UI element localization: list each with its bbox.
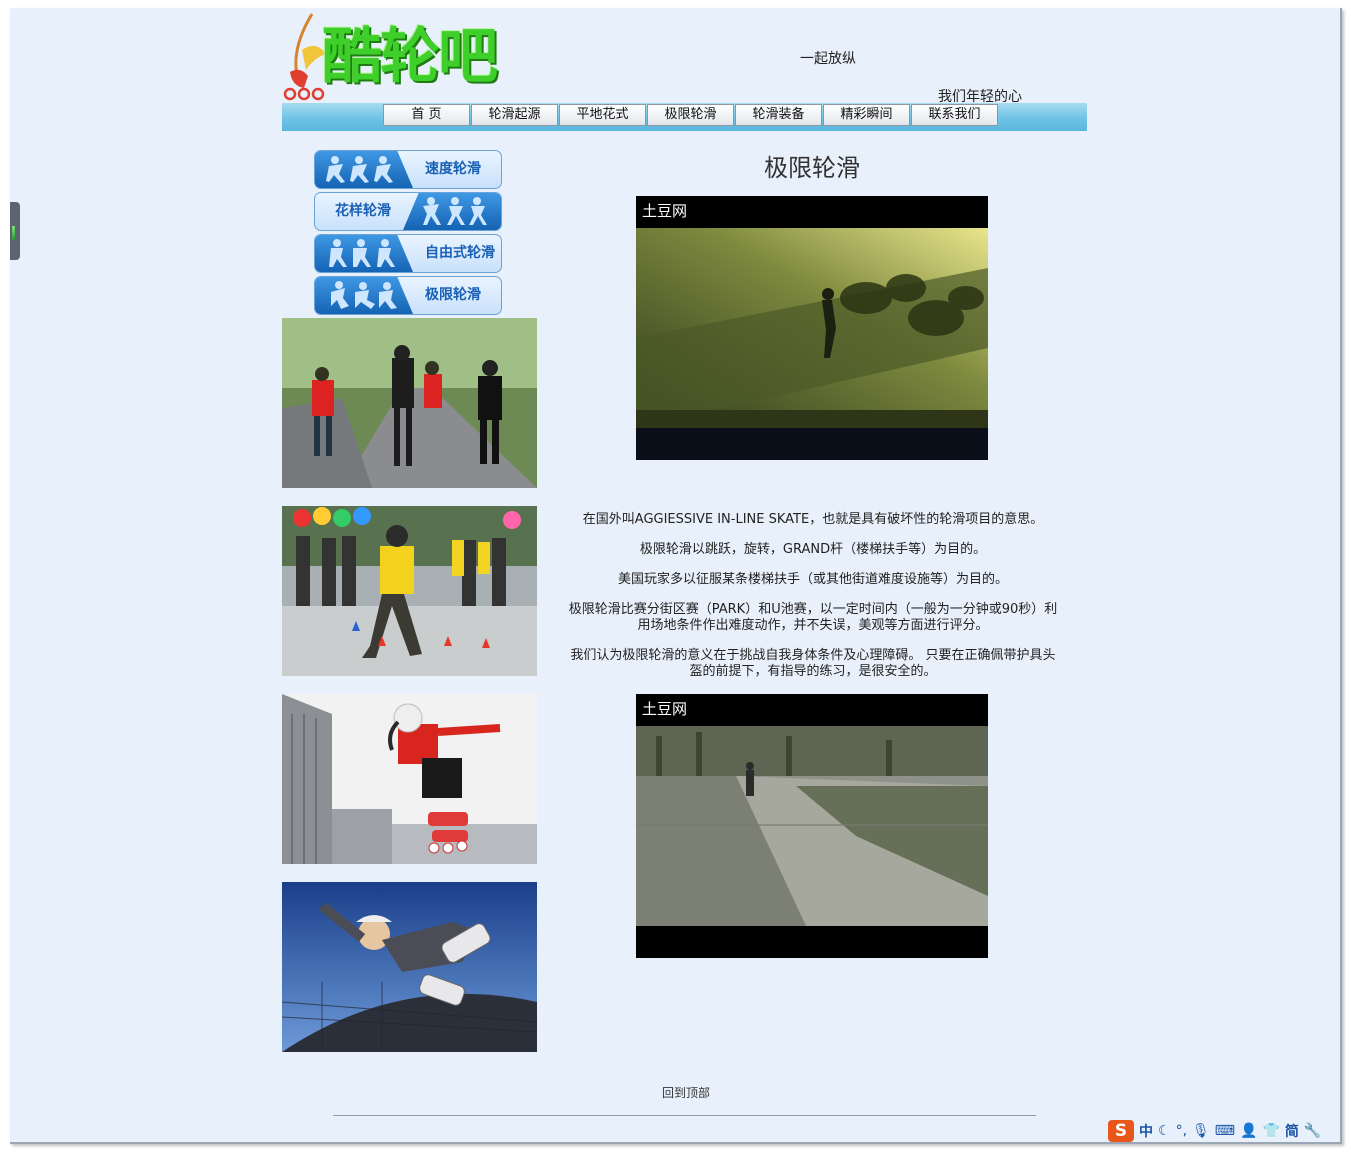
- video-thumbnail: [636, 726, 988, 926]
- photo-jumping-skater: [282, 694, 537, 864]
- skaters-icon: [329, 239, 395, 267]
- side-panel-handle[interactable]: [10, 202, 20, 260]
- photo-aerial-trick: [282, 882, 537, 1052]
- video-control-bar[interactable]: [636, 428, 988, 460]
- category-label: 自由式轮滑: [425, 245, 495, 261]
- description-paragraph-1: 在国外叫AGGIESSIVE IN-LINE SKATE，也就是具有破坏性的轮滑…: [582, 512, 1044, 527]
- description-paragraph-4: 极限轮滑比赛分街区赛（PARK）和U池赛，以一定时间内（一般为一分钟或90秒）利…: [568, 602, 1058, 633]
- skin-icon[interactable]: 👕: [1262, 1123, 1279, 1139]
- main-navbar: 首 页 轮滑起源 平地花式 极限轮滑 轮滑装备 精彩瞬间 联系我们: [282, 103, 1087, 131]
- category-figure-skating[interactable]: 花样轮滑: [314, 192, 502, 231]
- punctuation-icon[interactable]: °,: [1176, 1123, 1187, 1139]
- site-logo[interactable]: 酷轮吧: [282, 10, 517, 102]
- description-paragraph-3: 美国玩家多以征服某条楼梯扶手（或其他街道难度设施等）为目的。: [617, 572, 1008, 587]
- category-label: 花样轮滑: [335, 203, 391, 219]
- description-paragraph-2: 极限轮滑以跳跃，旋转，GRAND杆（楼梯扶手等）为目的。: [639, 542, 987, 557]
- keyboard-icon[interactable]: ⌨: [1215, 1123, 1235, 1139]
- moon-icon[interactable]: ☾: [1158, 1123, 1171, 1139]
- video-brand-label: 土豆网: [642, 202, 688, 220]
- category-label: 速度轮滑: [425, 161, 481, 177]
- video-control-bar[interactable]: [636, 926, 988, 958]
- slogan-line-1: 一起放纵: [800, 51, 856, 67]
- logo-text: 酷轮吧: [322, 22, 498, 92]
- category-label: 极限轮滑: [425, 287, 481, 303]
- ime-chinese-toggle[interactable]: 中: [1139, 1121, 1153, 1141]
- user-icon[interactable]: 👤: [1240, 1123, 1257, 1139]
- skaters-icon: [423, 197, 487, 225]
- ime-logo-icon[interactable]: S: [1108, 1120, 1134, 1142]
- nav-equipment[interactable]: 轮滑装备: [735, 104, 822, 126]
- back-to-top-link[interactable]: 回到顶部: [636, 1084, 736, 1101]
- nav-moments[interactable]: 精彩瞬间: [823, 104, 910, 126]
- photo-slalom-skating: [282, 506, 537, 676]
- skaters-icon: [326, 156, 393, 183]
- microphone-icon[interactable]: 🎙: [1192, 1123, 1210, 1139]
- category-extreme-skating[interactable]: 极限轮滑: [314, 276, 502, 315]
- category-speed-skating[interactable]: 速度轮滑: [314, 150, 502, 189]
- skaters-icon: [331, 281, 397, 309]
- video-player-1[interactable]: 土豆网: [636, 196, 988, 460]
- section-title: 极限轮滑: [764, 154, 860, 182]
- nav-extreme[interactable]: 极限轮滑: [647, 104, 734, 126]
- footer-divider: [333, 1115, 1036, 1116]
- category-freestyle-skating[interactable]: 自由式轮滑: [314, 234, 502, 273]
- nav-home[interactable]: 首 页: [383, 104, 470, 126]
- description-paragraph-5: 我们认为极限轮滑的意义在于挑战自我身体条件及心理障碍。 只要在正确佩带护具头盔的…: [570, 648, 1056, 679]
- ime-simplified-toggle[interactable]: 简: [1285, 1121, 1299, 1141]
- video-brand-label: 土豆网: [642, 700, 688, 718]
- video-thumbnail: [636, 228, 988, 428]
- wrench-icon[interactable]: 🔧: [1304, 1123, 1321, 1139]
- ime-toolbar: S 中 ☾ °, 🎙 ⌨ 👤 👕 简 🔧: [1108, 1118, 1340, 1144]
- nav-contact[interactable]: 联系我们: [911, 104, 998, 126]
- nav-origin[interactable]: 轮滑起源: [471, 104, 558, 126]
- video-player-2[interactable]: 土豆网: [636, 694, 988, 958]
- nav-flatland[interactable]: 平地花式: [559, 104, 646, 126]
- photo-group-skating: [282, 318, 537, 488]
